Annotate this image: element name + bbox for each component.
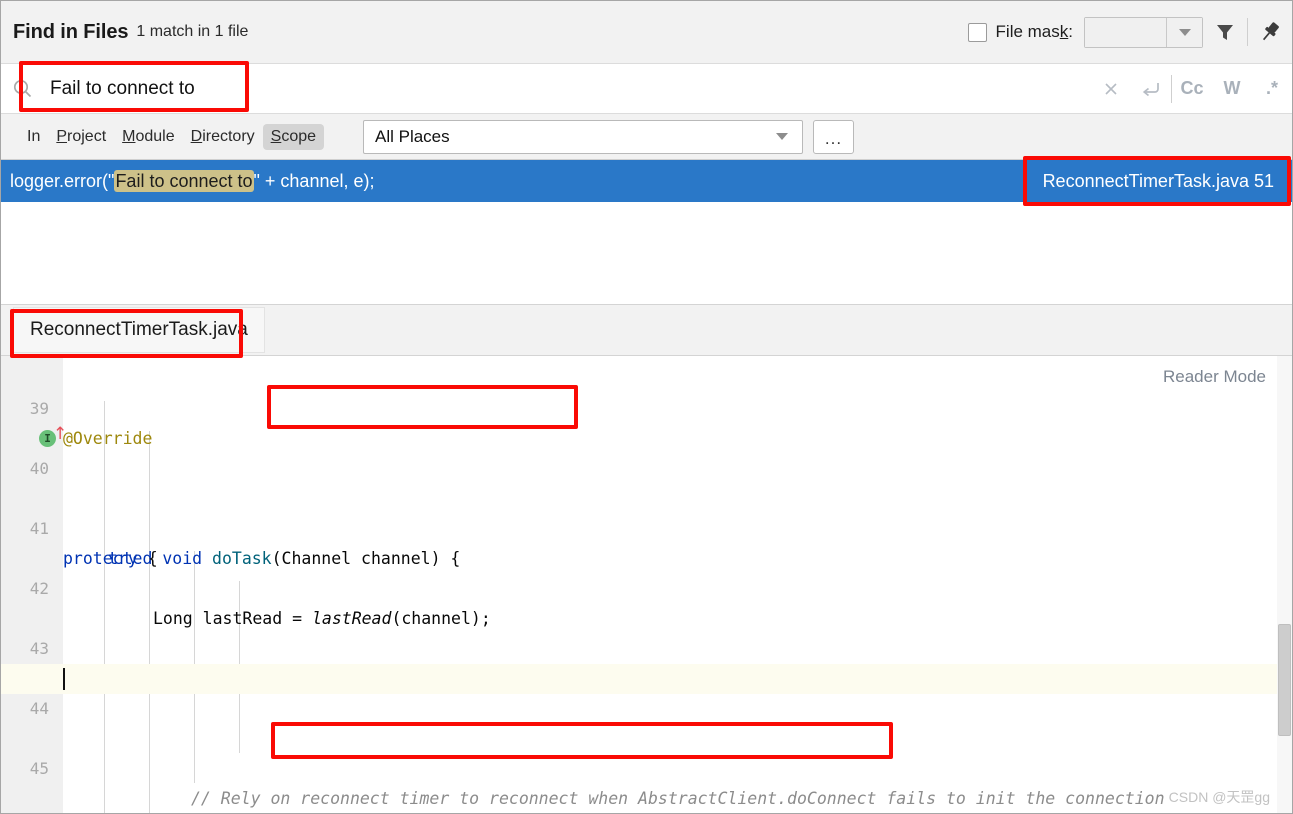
- file-mask-label: File mask:: [995, 22, 1073, 41]
- line-number: 45: [29, 759, 49, 778]
- result-code-preview: logger.error("Fail to connect to" + chan…: [10, 169, 375, 192]
- code-line: 39 @Override: [1, 364, 1292, 448]
- search-icon: [7, 78, 37, 99]
- file-mask-dropdown-button[interactable]: [1166, 17, 1202, 47]
- result-match-highlight: Fail to connect to: [114, 169, 254, 192]
- file-mask-checkbox[interactable]: [967, 22, 987, 42]
- title-bar-right-controls: File mask:: [967, 1, 1292, 63]
- results-list: logger.error("Fail to connect to" + chan…: [1, 159, 1292, 304]
- code-line-current: 44: [1, 664, 1292, 718]
- editor-scrollbar-track[interactable]: [1277, 356, 1292, 813]
- code-line: 46 if (!channel.isConnected()) {: [1, 784, 1292, 813]
- code-line: 41 try {: [1, 484, 1292, 568]
- chevron-down-icon: [776, 133, 788, 140]
- line-number: 39: [29, 399, 49, 418]
- match-summary: 1 match in 1 file: [136, 23, 249, 40]
- result-file-location: ReconnectTimerTask.java 51: [1042, 170, 1274, 191]
- search-input[interactable]: Fail to connect to: [37, 78, 195, 100]
- filter-button[interactable]: [1203, 10, 1247, 54]
- preview-tab-strip: ReconnectTimerTask.java: [1, 304, 1292, 356]
- find-in-files-window: Find in Files 1 match in 1 file File mas…: [0, 0, 1293, 814]
- scope-browse-button[interactable]: ...: [813, 120, 854, 154]
- code-line: 45 // Rely on reconnect timer to reconne…: [1, 724, 1292, 808]
- scope-row: In Project Module Directory Scope All Pl…: [1, 114, 1292, 159]
- file-mask-input[interactable]: [1085, 17, 1166, 47]
- close-icon: [1105, 82, 1117, 95]
- filter-icon: [1217, 25, 1233, 40]
- regex-toggle[interactable]: .*: [1252, 64, 1292, 113]
- overrides-arrow-icon[interactable]: ↑: [53, 426, 67, 443]
- scope-option-module[interactable]: Module: [114, 124, 182, 150]
- line-number: 42: [29, 579, 49, 598]
- line-number: 44: [29, 699, 49, 718]
- scope-option-scope[interactable]: Scope: [262, 123, 325, 150]
- line-number: 40: [29, 459, 49, 478]
- places-selected-value: All Places: [375, 127, 450, 146]
- search-row: Fail to connect to Cc W .*: [1, 63, 1292, 114]
- pin-button[interactable]: [1248, 10, 1292, 54]
- text-caret: [63, 668, 65, 690]
- scope-option-directory[interactable]: Directory: [183, 124, 263, 150]
- line-number: 43: [29, 639, 49, 658]
- new-line-icon: [1142, 82, 1159, 96]
- editor-scrollbar-thumb[interactable]: [1278, 624, 1291, 736]
- line-number: 41: [29, 519, 49, 538]
- table-row[interactable]: logger.error("Fail to connect to" + chan…: [1, 160, 1292, 202]
- code-line: 40 I ↑ protected void doTask(Channel cha…: [1, 424, 1292, 569]
- page-title: Find in Files: [13, 20, 129, 43]
- clear-search-button[interactable]: [1091, 64, 1131, 113]
- pin-icon: [1262, 22, 1279, 41]
- search-row-right-controls: Cc W .*: [1091, 64, 1292, 113]
- multiline-toggle-button[interactable]: [1131, 64, 1171, 113]
- watermark: CSDN @天罡gg: [1168, 789, 1270, 805]
- scope-prefix-label: In: [27, 127, 41, 145]
- chevron-down-icon: [1178, 28, 1191, 36]
- code-line: 43 Long now = now();: [1, 604, 1292, 688]
- match-case-toggle[interactable]: Cc: [1172, 64, 1212, 113]
- tab-reconnect-timer-task[interactable]: ReconnectTimerTask.java: [13, 307, 265, 353]
- file-mask-combobox[interactable]: [1084, 16, 1203, 48]
- words-toggle[interactable]: W: [1212, 64, 1252, 113]
- scope-option-project[interactable]: Project: [48, 124, 114, 150]
- places-combobox[interactable]: All Places: [363, 120, 803, 154]
- scope-options: In Project Module Directory Scope: [19, 123, 325, 150]
- title-bar: Find in Files 1 match in 1 file File mas…: [1, 1, 1292, 63]
- code-preview: Reader Mode 39 @Override 40 I ↑ protecte…: [1, 356, 1292, 813]
- code-line: 42 Long lastRead = lastRead(channel);: [1, 544, 1292, 628]
